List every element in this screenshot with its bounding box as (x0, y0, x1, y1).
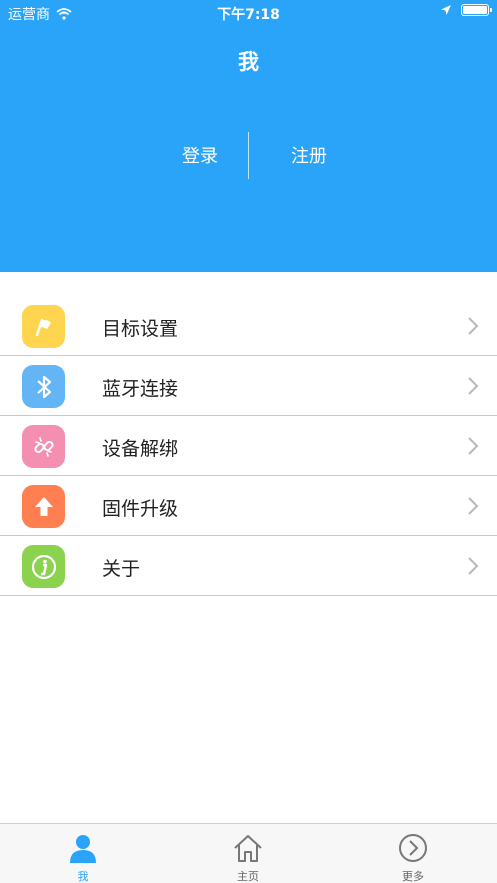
battery-icon (461, 4, 492, 16)
status-bar: 运营商 下午7:18 (0, 0, 497, 26)
chevron-right-icon (468, 437, 479, 455)
menu-item-bluetooth[interactable]: 蓝牙连接 (0, 356, 497, 416)
menu-item-firmware-upgrade[interactable]: 固件升级 (0, 476, 497, 536)
home-icon (234, 835, 262, 862)
register-button[interactable]: 注册 (259, 142, 359, 168)
upgrade-arrow-icon (22, 485, 65, 528)
settings-menu: 目标设置 蓝牙连接 设备解绑 固件升级 关于 (0, 296, 497, 596)
status-time: 下午7:18 (217, 7, 280, 23)
chevron-right-icon (468, 377, 479, 395)
menu-item-label: 蓝牙连接 (102, 378, 179, 400)
bottom-tab-bar: 我 主页 更多 (0, 823, 497, 883)
tab-label: 主页 (237, 870, 259, 883)
menu-item-about[interactable]: 关于 (0, 536, 497, 596)
bluetooth-icon (22, 365, 65, 408)
tab-me[interactable]: 我 (23, 824, 143, 883)
menu-item-unbind-device[interactable]: 设备解绑 (0, 416, 497, 476)
tab-label: 更多 (402, 870, 424, 883)
person-icon (70, 835, 96, 863)
info-icon (22, 545, 65, 588)
menu-item-label: 目标设置 (102, 318, 179, 340)
status-right (441, 4, 492, 16)
tab-label: 我 (77, 870, 89, 883)
chevron-circle-icon (399, 834, 427, 862)
menu-item-goal-settings[interactable]: 目标设置 (0, 296, 497, 356)
menu-item-label: 设备解绑 (102, 438, 179, 460)
menu-item-label: 固件升级 (102, 498, 179, 520)
menu-item-label: 关于 (102, 558, 141, 580)
chevron-right-icon (468, 557, 479, 575)
unlink-icon (22, 425, 65, 468)
auth-divider (248, 132, 249, 179)
flag-icon (22, 305, 65, 348)
profile-header: 运营商 下午7:18 我 登录 注册 (0, 0, 497, 272)
auth-row: 登录 注册 (0, 130, 497, 179)
tab-more[interactable]: 更多 (353, 824, 473, 883)
chevron-right-icon (468, 317, 479, 335)
chevron-right-icon (468, 497, 479, 515)
tab-home[interactable]: 主页 (188, 824, 308, 883)
page-title: 我 (238, 50, 259, 74)
location-arrow-icon (441, 5, 451, 15)
login-button[interactable]: 登录 (150, 142, 250, 168)
